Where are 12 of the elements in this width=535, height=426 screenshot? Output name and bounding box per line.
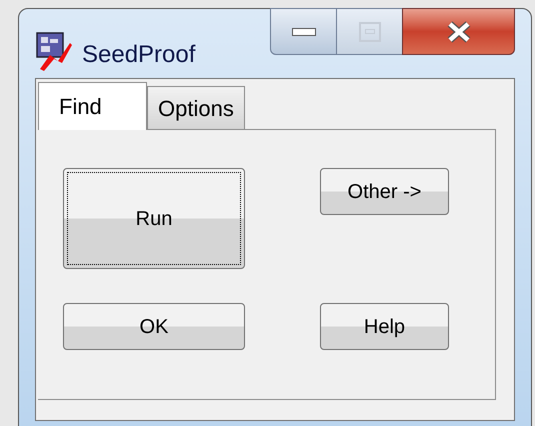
push-button[interactable]: Other -> xyxy=(320,168,449,215)
close-icon xyxy=(446,20,472,42)
maximize-button[interactable] xyxy=(337,8,402,55)
tab[interactable]: Find xyxy=(38,82,147,130)
window-title: SeedProof xyxy=(82,40,196,70)
close-button[interactable] xyxy=(402,8,515,55)
push-button[interactable]: Help xyxy=(320,303,449,350)
tab[interactable]: Options xyxy=(147,86,245,129)
push-button[interactable]: OK xyxy=(63,303,245,350)
push-button[interactable]: Run xyxy=(63,168,245,269)
app-icon xyxy=(36,31,74,71)
minimize-button[interactable] xyxy=(270,8,337,55)
